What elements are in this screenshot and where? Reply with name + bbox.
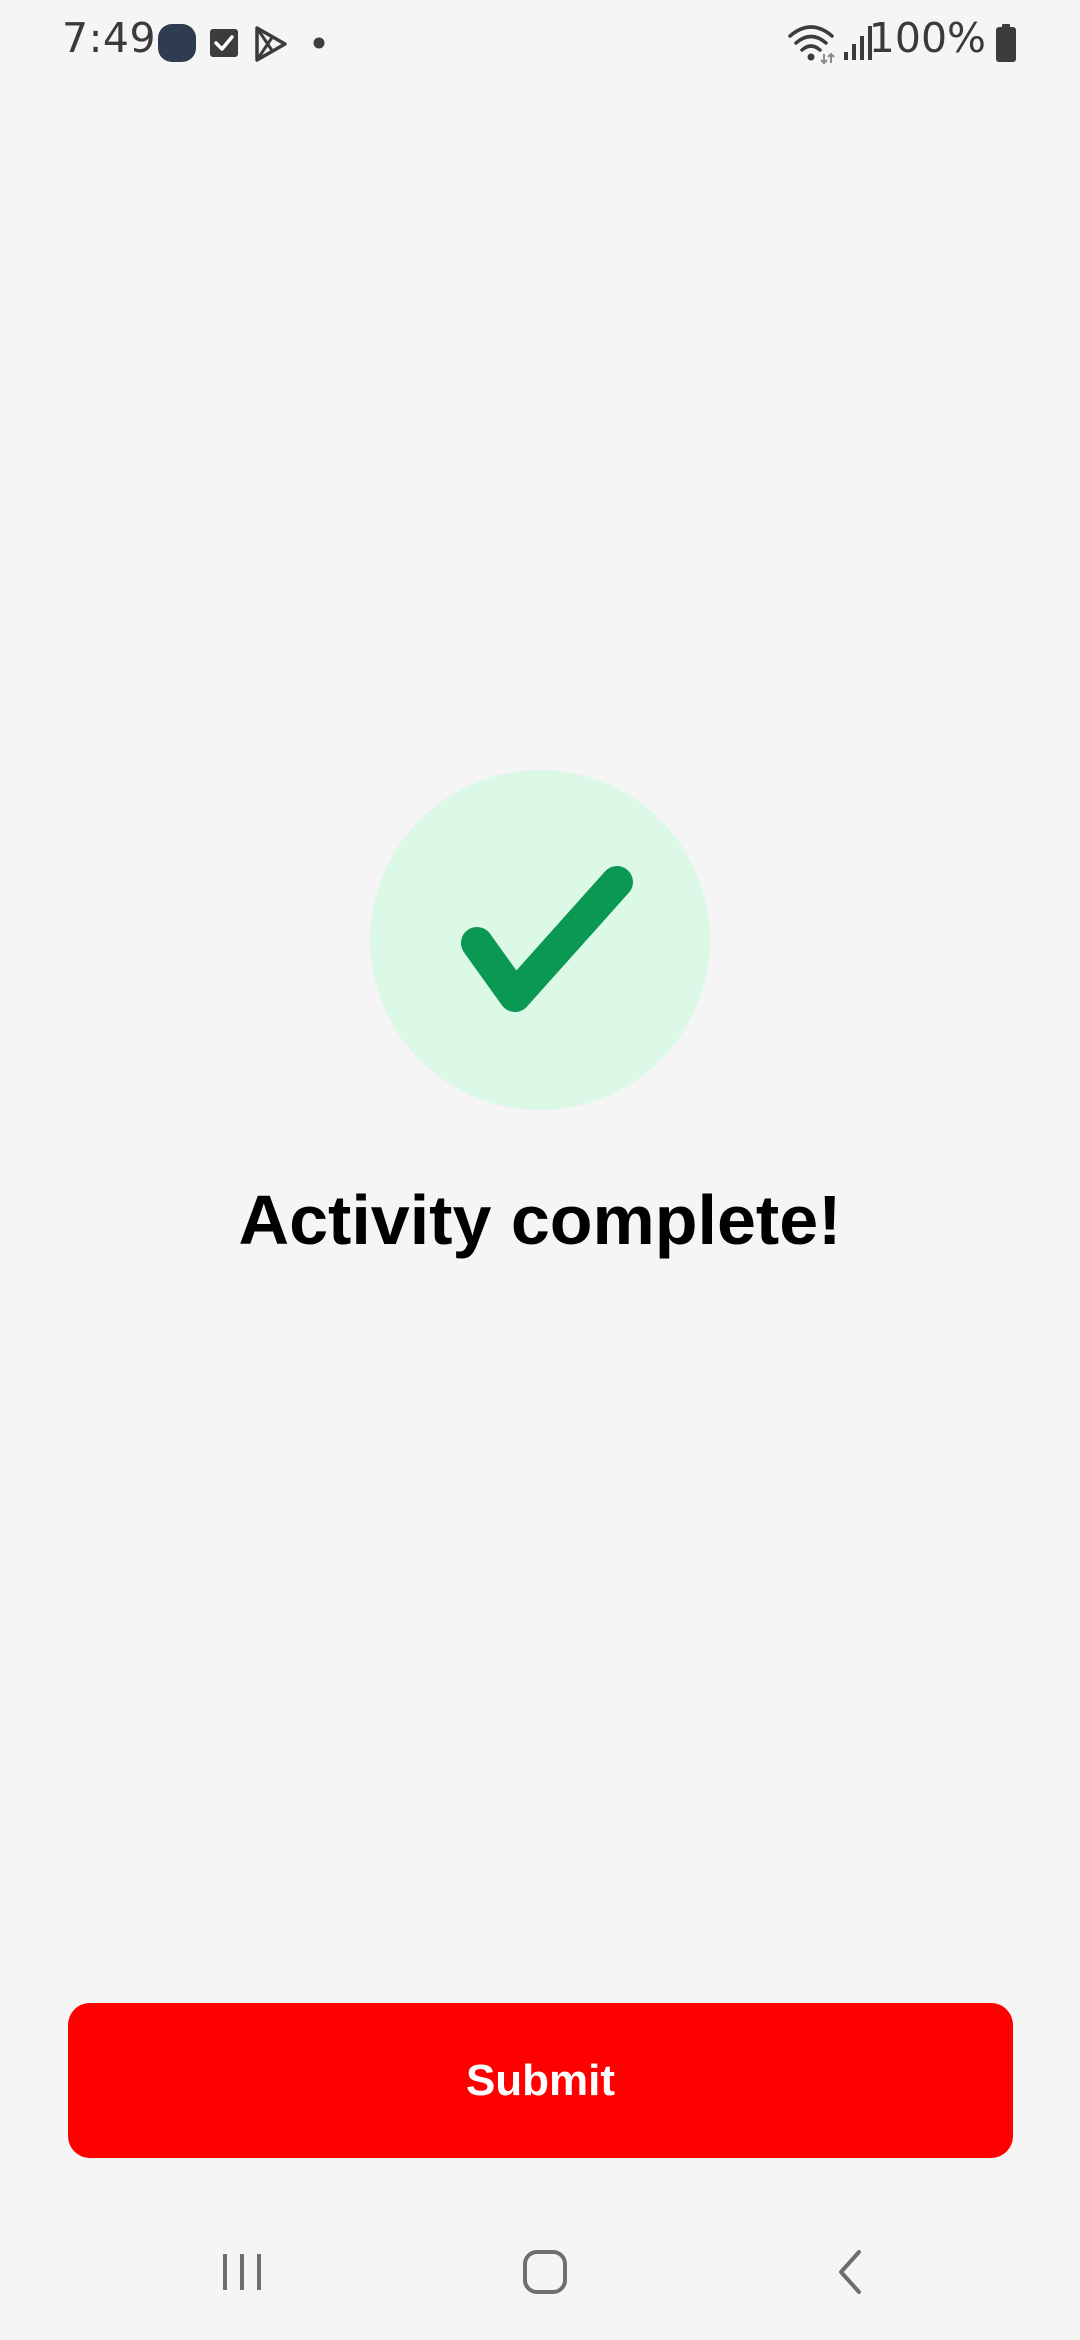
success-badge [370,770,710,1110]
battery-icon [996,24,1016,62]
status-bar: 7:49 100% [0,0,1080,86]
checkbox-icon [210,29,238,57]
dot-icon [313,37,325,49]
navigation-bar [0,2200,1080,2340]
checkmark-icon [461,866,633,1012]
app-icon [158,24,196,62]
recents-icon[interactable] [142,2200,342,2340]
wifi-icon [788,25,835,64]
screen: 7:49 100% Activity complete! Submit [0,0,1080,2340]
battery-percent: 100% [868,14,986,62]
status-time: 7:49 [62,14,157,62]
submit-button[interactable]: Submit [68,2003,1013,2158]
play-store-icon [255,26,287,62]
back-icon[interactable] [748,2200,948,2340]
completion-headline: Activity complete! [238,1181,842,1259]
home-icon[interactable] [445,2200,645,2340]
